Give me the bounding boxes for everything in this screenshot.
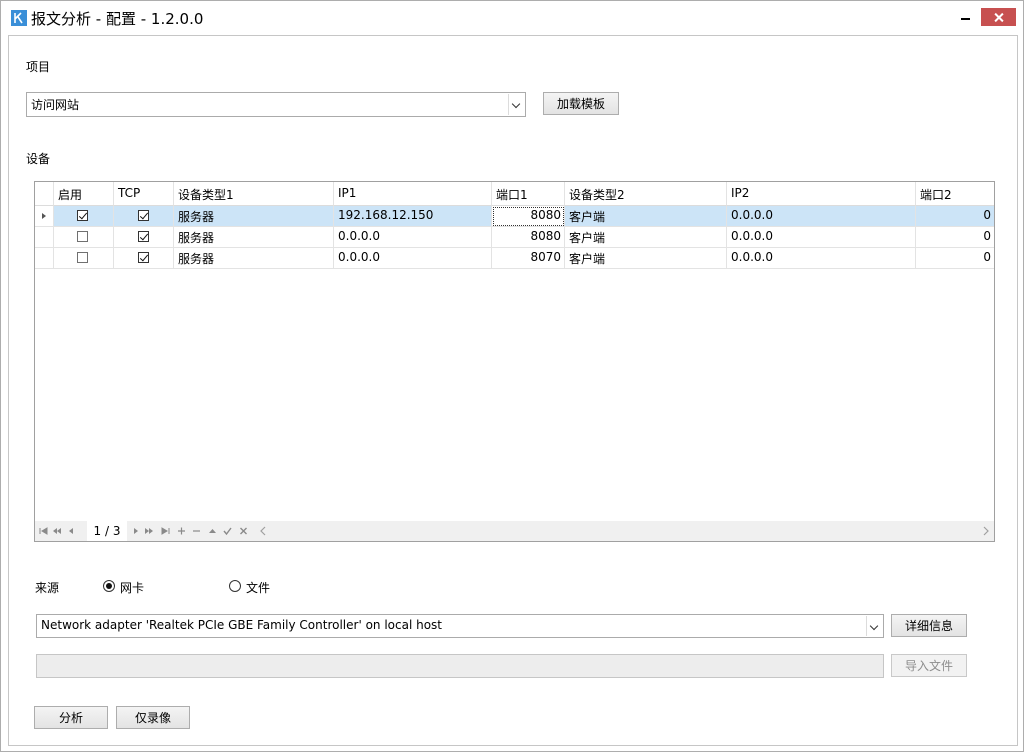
- x-icon[interactable]: [237, 521, 250, 541]
- type2-cell[interactable]: 客户端: [565, 227, 727, 248]
- adapter-combo-value: Network adapter 'Realtek PCIe GBE Family…: [41, 618, 443, 632]
- enabled-cell[interactable]: [54, 206, 114, 227]
- horizontal-scrollbar[interactable]: [255, 521, 994, 541]
- details-button[interactable]: 详细信息: [891, 614, 967, 637]
- next-page-icon[interactable]: [143, 521, 156, 541]
- check-icon[interactable]: [221, 521, 234, 541]
- column-header-ip2[interactable]: IP2: [727, 182, 916, 206]
- load-template-button[interactable]: 加载模板: [543, 92, 619, 115]
- project-combo[interactable]: 访问网站: [26, 92, 526, 117]
- type1-cell[interactable]: 服务器: [174, 206, 334, 227]
- file-path-input: [36, 654, 884, 678]
- last-page-icon[interactable]: [159, 521, 172, 541]
- radio-nic-label[interactable]: 网卡: [120, 579, 144, 596]
- column-header-enabled[interactable]: 启用: [54, 182, 114, 206]
- enabled-checkbox[interactable]: [77, 210, 88, 221]
- type2-cell[interactable]: 客户端: [565, 206, 727, 227]
- radio-file-label[interactable]: 文件: [246, 579, 270, 596]
- minus-icon[interactable]: [190, 521, 203, 541]
- enabled-checkbox[interactable]: [77, 252, 88, 263]
- port2-cell[interactable]: 0: [916, 206, 994, 227]
- import-file-button: 导入文件: [891, 654, 967, 677]
- tcp-checkbox[interactable]: [138, 210, 149, 221]
- project-label: 项目: [26, 60, 51, 74]
- page-position[interactable]: 1 / 3: [87, 521, 127, 541]
- ip1-cell[interactable]: 0.0.0.0: [334, 227, 492, 248]
- enabled-cell[interactable]: [54, 248, 114, 269]
- row-selector[interactable]: [35, 248, 54, 269]
- minimize-icon[interactable]: [951, 7, 979, 27]
- tcp-cell[interactable]: [114, 227, 174, 248]
- title-bar[interactable]: 报文分析 - 配置 - 1.2.0.0: [1, 1, 1023, 34]
- row-selector[interactable]: [35, 206, 54, 227]
- port1-cell[interactable]: 8070: [492, 248, 565, 269]
- ip2-cell[interactable]: 0.0.0.0: [727, 206, 916, 227]
- app-window: 报文分析 - 配置 - 1.2.0.0 项目 访问网站 加载模板 设备 启用 T…: [0, 0, 1024, 752]
- scroll-left-icon[interactable]: [259, 525, 267, 537]
- port1-cell[interactable]: 8080: [492, 206, 565, 227]
- chevron-down-icon[interactable]: [866, 616, 882, 636]
- port2-cell[interactable]: 0: [916, 248, 994, 269]
- tcp-cell[interactable]: [114, 248, 174, 269]
- type1-cell[interactable]: 服务器: [174, 227, 334, 248]
- source-label: 来源: [35, 581, 60, 595]
- column-header-type1[interactable]: 设备类型1: [174, 182, 334, 206]
- current-row-icon: [42, 213, 46, 219]
- column-header-tcp[interactable]: TCP: [114, 182, 174, 206]
- row-header-corner: [35, 182, 54, 206]
- tcp-checkbox[interactable]: [138, 231, 149, 242]
- port1-cell[interactable]: 8080: [492, 227, 565, 248]
- ip1-cell[interactable]: 192.168.12.150: [334, 206, 492, 227]
- ip1-cell[interactable]: 0.0.0.0: [334, 248, 492, 269]
- devices-grid: 启用 TCP 设备类型1 IP1 端口1 设备类型2 IP2 端口2 服务器 1: [34, 181, 995, 542]
- grid-navigator: 1 / 3: [35, 521, 994, 541]
- type2-cell[interactable]: 客户端: [565, 248, 727, 269]
- main-panel: 项目 访问网站 加载模板 设备 启用 TCP 设备类型1 IP1 端口1 设备类…: [8, 35, 1018, 746]
- scroll-right-icon[interactable]: [982, 525, 990, 537]
- port2-cell[interactable]: 0: [916, 227, 994, 248]
- tcp-cell[interactable]: [114, 206, 174, 227]
- record-only-button[interactable]: 仅录像: [116, 706, 190, 729]
- enabled-cell[interactable]: [54, 227, 114, 248]
- window-title: 报文分析 - 配置 - 1.2.0.0: [31, 10, 204, 28]
- first-page-icon[interactable]: [37, 521, 50, 541]
- prev-page-icon[interactable]: [50, 521, 63, 541]
- project-combo-value: 访问网站: [31, 98, 80, 112]
- tcp-checkbox[interactable]: [138, 252, 149, 263]
- up-triangle-icon[interactable]: [206, 521, 219, 541]
- enabled-checkbox[interactable]: [77, 231, 88, 242]
- ip2-cell[interactable]: 0.0.0.0: [727, 248, 916, 269]
- radio-nic[interactable]: [103, 580, 115, 592]
- column-header-port2[interactable]: 端口2: [916, 182, 994, 206]
- column-header-ip1[interactable]: IP1: [334, 182, 492, 206]
- analyze-button[interactable]: 分析: [34, 706, 108, 729]
- adapter-combo[interactable]: Network adapter 'Realtek PCIe GBE Family…: [36, 614, 884, 638]
- column-header-type2[interactable]: 设备类型2: [565, 182, 727, 206]
- chevron-down-icon[interactable]: [508, 94, 524, 115]
- app-logo-icon: [11, 10, 27, 26]
- prev-record-icon[interactable]: [65, 521, 78, 541]
- close-icon[interactable]: [981, 8, 1016, 26]
- column-header-port1[interactable]: 端口1: [492, 182, 565, 206]
- plus-icon[interactable]: [175, 521, 188, 541]
- next-record-icon[interactable]: [129, 521, 142, 541]
- devices-label: 设备: [26, 152, 51, 166]
- type1-cell[interactable]: 服务器: [174, 248, 334, 269]
- row-selector[interactable]: [35, 227, 54, 248]
- ip2-cell[interactable]: 0.0.0.0: [727, 227, 916, 248]
- radio-file[interactable]: [229, 580, 241, 592]
